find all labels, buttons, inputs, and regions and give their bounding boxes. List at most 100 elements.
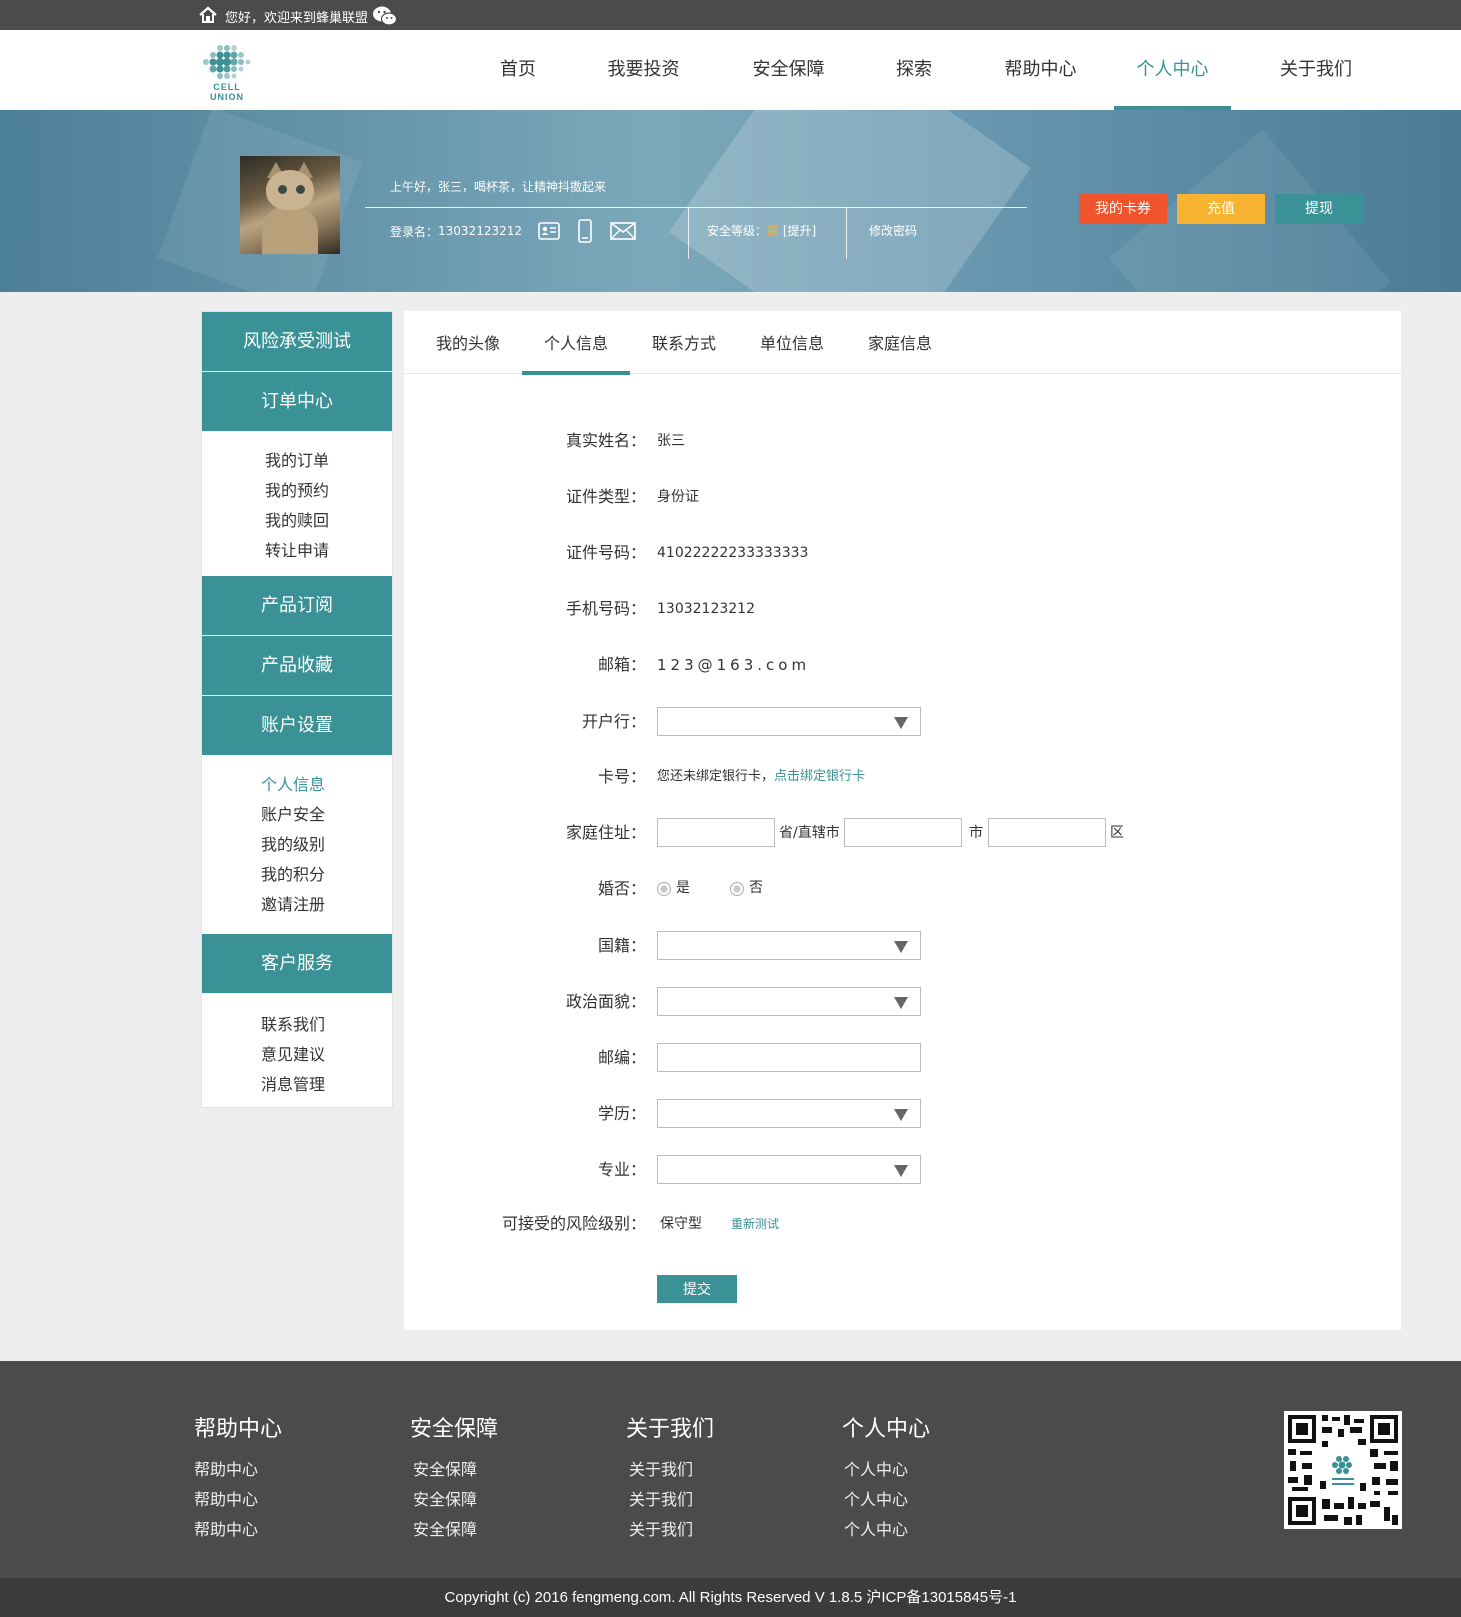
nav-personal-center[interactable]: 个人中心 (1114, 30, 1231, 110)
risk-level-label: 可接受的风险级别： (501, 1214, 646, 1233)
real-name-label: 真实姓名： (565, 431, 646, 450)
footer-link[interactable]: 帮助中心 (194, 1515, 282, 1545)
bank-select[interactable] (657, 707, 921, 736)
footer-link[interactable]: 帮助中心 (194, 1455, 282, 1485)
security-level: 安全等级：高 [提升] (707, 222, 816, 239)
retest-link[interactable]: 重新测试 (731, 1209, 779, 1239)
sidebar-item-messages[interactable]: 消息管理 (261, 1070, 392, 1100)
province-suffix: 省/直辖市 (779, 825, 840, 841)
footer-link[interactable]: 安全保障 (410, 1485, 498, 1515)
main-header: CELL UNION 首页 我要投资 安全保障 探索 帮助中心 个人中心 关于我… (0, 30, 1461, 110)
postcode-input[interactable] (657, 1043, 921, 1072)
tab-contact[interactable]: 联系方式 (630, 311, 738, 374)
married-no-label: 否 (749, 880, 763, 896)
tab-employer[interactable]: 单位信息 (738, 311, 846, 374)
tab-avatar[interactable]: 我的头像 (414, 311, 522, 374)
wechat-icon[interactable] (372, 5, 398, 27)
change-password-link[interactable]: 修改密码 (869, 222, 917, 239)
education-label: 学历： (597, 1104, 646, 1123)
my-coupons-button[interactable]: 我的卡券 (1079, 194, 1167, 224)
copyright: Copyright (c) 2016 fengmeng.com. All Rig… (0, 1578, 1461, 1617)
login-label: 登录名： (390, 224, 439, 239)
footer-heading: 安全保障 (410, 1417, 499, 1442)
tab-family[interactable]: 家庭信息 (846, 311, 954, 374)
bank-label: 开户行： (581, 712, 646, 731)
footer-link[interactable]: 安全保障 (410, 1455, 498, 1485)
footer-link[interactable]: 关于我们 (626, 1515, 714, 1545)
married-yes-radio[interactable] (657, 882, 671, 896)
married-no-radio[interactable] (730, 882, 744, 896)
nav-home[interactable]: 首页 (465, 30, 571, 110)
phone-label: 手机号码： (565, 599, 646, 618)
married-yes-label: 是 (676, 880, 690, 896)
sidebar-item-favorites[interactable]: 产品收藏 (202, 636, 392, 696)
service-list: 联系我们 意见建议 消息管理 (202, 994, 392, 1110)
row-education: 学历： (404, 1099, 1401, 1129)
district-input[interactable] (988, 818, 1106, 847)
sidebar-item-my-reservations[interactable]: 我的预约 (265, 476, 392, 506)
footer-heading: 帮助中心 (194, 1417, 283, 1442)
sidebar-section-orders[interactable]: 订单中心 (202, 372, 392, 432)
sidebar-item-transfer-request[interactable]: 转让申请 (265, 536, 392, 566)
row-card: 卡号： 您还未绑定银行卡，点击绑定银行卡 (404, 762, 1401, 792)
footer-link[interactable]: 帮助中心 (194, 1485, 282, 1515)
nationality-select[interactable] (657, 931, 921, 960)
nav-explore[interactable]: 探索 (861, 30, 967, 110)
nav-invest[interactable]: 我要投资 (571, 30, 716, 110)
submit-button[interactable]: 提交 (657, 1275, 737, 1303)
mail-icon[interactable] (610, 222, 636, 240)
security-upgrade-link[interactable]: [提升] (783, 224, 816, 238)
profile-panel: 我的头像 个人信息 联系方式 单位信息 家庭信息 真实姓名： 张三 证件类型： … (404, 311, 1401, 1330)
footer-col-personal: 个人中心 个人中心 个人中心 个人中心 (842, 1411, 930, 1545)
postcode-label: 邮编： (597, 1048, 646, 1067)
security-label: 安全等级： (707, 224, 768, 238)
sidebar-item-my-redemptions[interactable]: 我的赎回 (265, 506, 392, 536)
sidebar-item-personal-info[interactable]: 个人信息 (261, 770, 392, 800)
nav-about-us[interactable]: 关于我们 (1231, 30, 1401, 110)
major-label: 专业： (597, 1160, 646, 1179)
footer-link[interactable]: 关于我们 (626, 1455, 714, 1485)
district-suffix: 区 (1110, 825, 1124, 841)
footer-link[interactable]: 安全保障 (410, 1515, 498, 1545)
major-select[interactable] (657, 1155, 921, 1184)
tab-personal-info[interactable]: 个人信息 (522, 311, 630, 375)
svg-text:CELL: CELL (213, 82, 241, 92)
city-input[interactable] (844, 818, 962, 847)
sidebar-item-my-orders[interactable]: 我的订单 (265, 446, 392, 476)
chevron-down-icon (894, 941, 908, 953)
id-card-icon[interactable] (538, 222, 560, 240)
footer-link[interactable]: 个人中心 (842, 1515, 930, 1545)
sidebar-section-account[interactable]: 账户设置 (202, 696, 392, 756)
real-name-value: 张三 (657, 433, 685, 449)
top-utility-bar: 您好，欢迎来到蜂巢联盟 (0, 0, 1461, 30)
nav-help-center[interactable]: 帮助中心 (967, 30, 1114, 110)
footer-link[interactable]: 个人中心 (842, 1485, 930, 1515)
sidebar-item-feedback[interactable]: 意见建议 (261, 1040, 392, 1070)
recharge-button[interactable]: 充值 (1177, 194, 1265, 224)
user-greeting: 上午好，张三，喝杯茶，让精神抖擞起来 (390, 180, 607, 194)
province-input[interactable] (657, 818, 775, 847)
home-icon[interactable] (198, 5, 218, 25)
education-select[interactable] (657, 1099, 921, 1128)
row-email: 邮箱： 123@163.com (404, 650, 1401, 680)
sidebar-item-invite[interactable]: 邀请注册 (261, 890, 392, 920)
sidebar-item-subscriptions[interactable]: 产品订阅 (202, 576, 392, 636)
withdraw-button[interactable]: 提现 (1275, 194, 1363, 224)
sidebar-item-my-points[interactable]: 我的积分 (261, 860, 392, 890)
mobile-icon[interactable] (578, 219, 592, 243)
avatar[interactable] (240, 156, 340, 254)
row-bank: 开户行： (404, 707, 1401, 737)
sidebar-item-risk-test[interactable]: 风险承受测试 (202, 312, 392, 372)
nav-security[interactable]: 安全保障 (716, 30, 861, 110)
footer-link[interactable]: 个人中心 (842, 1455, 930, 1485)
sidebar-item-my-level[interactable]: 我的级别 (261, 830, 392, 860)
login-info: 登录名： 13032123212 (390, 219, 636, 243)
sidebar-item-account-security[interactable]: 账户安全 (261, 800, 392, 830)
political-select[interactable] (657, 987, 921, 1016)
footer-link[interactable]: 关于我们 (626, 1485, 714, 1515)
sidebar-item-contact-us[interactable]: 联系我们 (261, 1010, 392, 1040)
sidebar-section-service[interactable]: 客户服务 (202, 934, 392, 994)
cell-union-logo[interactable]: CELL UNION (196, 40, 258, 102)
bind-card-link[interactable]: 点击绑定银行卡 (774, 769, 865, 784)
row-married: 婚否： 是 否 (404, 874, 1401, 904)
